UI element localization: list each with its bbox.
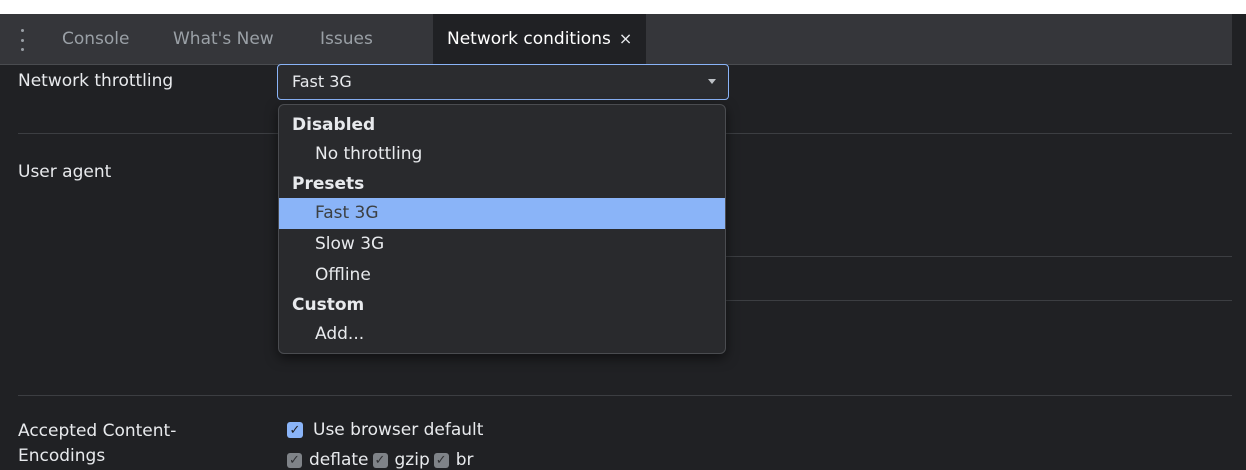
br-label: br — [455, 450, 474, 470]
devtools-drawer: Console What's New Issues Network condit… — [0, 0, 1246, 470]
encoding-options-row: ✓ deflate ✓ gzip ✓ br — [287, 450, 478, 470]
tab-whats-new[interactable]: What's New — [173, 14, 274, 64]
use-browser-default-checkbox[interactable]: ✓ — [287, 422, 303, 438]
tab-network-conditions[interactable]: Network conditions × — [433, 14, 647, 64]
top-margin — [0, 0, 1246, 14]
tab-issues[interactable]: Issues — [320, 14, 373, 64]
section-divider — [18, 395, 1232, 396]
network-throttling-value: Fast 3G — [292, 72, 352, 91]
gzip-checkbox[interactable]: ✓ — [372, 452, 388, 468]
menu-item-no-throttling[interactable]: No throttling — [279, 139, 725, 170]
menu-group-custom: Custom — [292, 295, 365, 315]
br-checkbox[interactable]: ✓ — [433, 452, 449, 468]
tab-console[interactable]: Console — [62, 14, 130, 64]
menu-group-presets: Presets — [292, 174, 365, 194]
network-throttling-label: Network throttling — [18, 71, 174, 91]
deflate-label: deflate — [309, 450, 369, 470]
network-conditions-panel: Network throttling Fast 3G User agent Ac… — [0, 64, 1232, 470]
use-browser-default-row[interactable]: ✓ Use browser default — [287, 420, 483, 440]
use-browser-default-label: Use browser default — [313, 420, 484, 440]
more-tabs-icon[interactable] — [20, 29, 24, 51]
menu-item-offline[interactable]: Offline — [279, 260, 725, 291]
chevron-down-icon — [708, 79, 716, 84]
menu-item-add[interactable]: Add... — [279, 319, 725, 350]
menu-item-slow-3g[interactable]: Slow 3G — [279, 229, 725, 260]
accepted-encodings-label-line1: Accepted Content- — [18, 421, 177, 441]
throttling-dropdown-menu: Disabled No throttling Presets Fast 3G S… — [278, 104, 726, 354]
menu-item-fast-3g[interactable]: Fast 3G — [279, 198, 725, 229]
menu-group-disabled: Disabled — [292, 115, 376, 135]
section-divider — [726, 300, 1232, 301]
accepted-encodings-label-line2: Encodings — [18, 446, 106, 466]
deflate-checkbox[interactable]: ✓ — [287, 452, 302, 468]
gzip-label: gzip — [394, 450, 430, 470]
tab-network-conditions-label: Network conditions — [447, 29, 611, 49]
drawer-tabbar: Console What's New Issues Network condit… — [0, 14, 1232, 65]
network-throttling-select[interactable]: Fast 3G — [277, 64, 729, 100]
close-icon[interactable]: × — [619, 29, 632, 48]
section-divider — [726, 256, 1232, 257]
user-agent-label: User agent — [18, 162, 112, 182]
